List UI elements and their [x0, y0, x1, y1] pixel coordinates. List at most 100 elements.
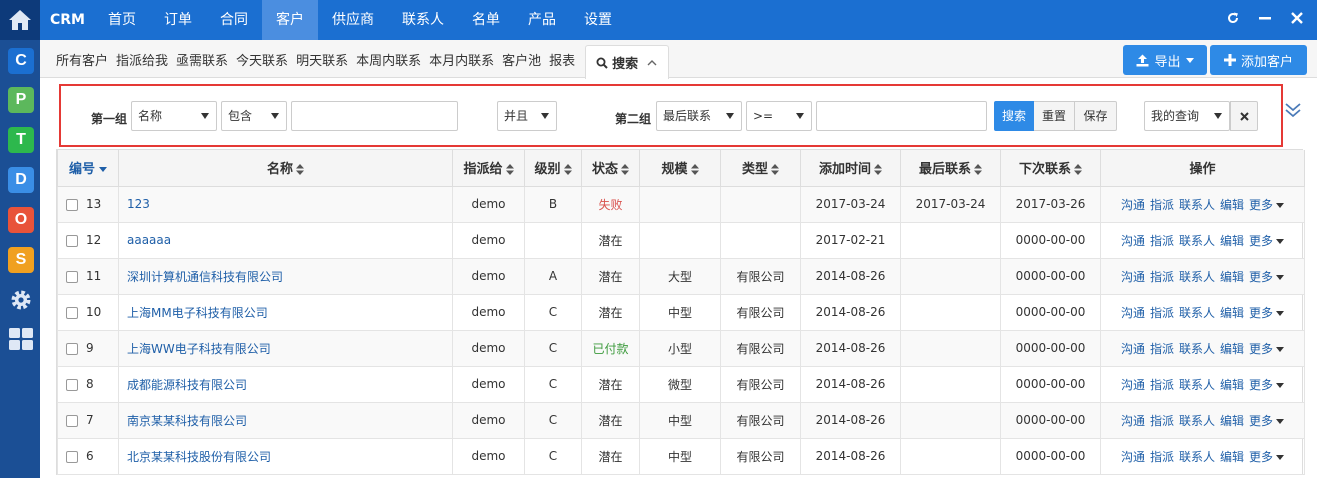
- row-action-2[interactable]: 联系人: [1179, 450, 1215, 464]
- row-checkbox[interactable]: [66, 342, 78, 355]
- column-header-10[interactable]: 操作: [1100, 150, 1305, 187]
- app-icon-3[interactable]: D: [8, 167, 34, 193]
- row-action-3[interactable]: 编辑: [1220, 306, 1244, 320]
- subtab-4[interactable]: 明天联系: [292, 50, 352, 69]
- row-action-2[interactable]: 联系人: [1179, 414, 1215, 428]
- nav-item-0[interactable]: 首页: [94, 0, 150, 40]
- row-action-2[interactable]: 联系人: [1179, 198, 1215, 212]
- collapse-chevron-icon[interactable]: [1283, 100, 1303, 120]
- row-action-1[interactable]: 指派: [1150, 342, 1174, 356]
- row-action-1[interactable]: 指派: [1150, 306, 1174, 320]
- row-action-0[interactable]: 沟通: [1121, 198, 1145, 212]
- customer-name-link[interactable]: 上海MM电子科技有限公司: [127, 306, 268, 320]
- nav-item-4[interactable]: 供应商: [318, 0, 388, 40]
- logic-select[interactable]: 并且: [497, 101, 557, 131]
- group1-op-select[interactable]: 包含: [221, 101, 287, 131]
- row-action-4[interactable]: 更多: [1249, 450, 1273, 464]
- app-icon-5[interactable]: S: [8, 247, 34, 273]
- row-checkbox[interactable]: [66, 378, 78, 391]
- app-icon-1[interactable]: P: [8, 87, 34, 113]
- column-header-8[interactable]: 最后联系: [900, 150, 1001, 187]
- add-customer-button[interactable]: 添加客户: [1210, 45, 1307, 75]
- row-action-4[interactable]: 更多: [1249, 342, 1273, 356]
- app-icon-0[interactable]: C: [8, 48, 34, 74]
- row-action-4[interactable]: 更多: [1249, 306, 1273, 320]
- row-action-2[interactable]: 联系人: [1179, 234, 1215, 248]
- group2-op-select[interactable]: >=: [746, 101, 812, 131]
- subtab-5[interactable]: 本周内联系: [352, 50, 425, 69]
- row-action-0[interactable]: 沟通: [1121, 234, 1145, 248]
- customer-name-link[interactable]: 北京某某科技股份有限公司: [127, 450, 271, 464]
- gear-icon[interactable]: [8, 287, 34, 313]
- row-action-0[interactable]: 沟通: [1121, 342, 1145, 356]
- nav-item-1[interactable]: 订单: [150, 0, 206, 40]
- table-row[interactable]: 6 北京某某科技股份有限公司 demo C 潜在 中型 有限公司 2014-08-26 0000…: [57, 437, 1305, 475]
- row-action-4[interactable]: 更多: [1249, 198, 1273, 212]
- row-action-1[interactable]: 指派: [1150, 450, 1174, 464]
- save-button[interactable]: 保存: [1075, 101, 1117, 131]
- row-action-3[interactable]: 编辑: [1220, 450, 1244, 464]
- row-checkbox[interactable]: [66, 234, 78, 247]
- column-header-7[interactable]: 添加时间: [800, 150, 901, 187]
- row-action-4[interactable]: 更多: [1249, 234, 1273, 248]
- column-header-6[interactable]: 类型: [720, 150, 801, 187]
- column-header-3[interactable]: 级别: [524, 150, 582, 187]
- customer-name-link[interactable]: 南京某某科技有限公司: [127, 414, 247, 428]
- export-button[interactable]: 导出: [1123, 45, 1207, 75]
- search-button[interactable]: 搜索: [994, 101, 1034, 131]
- row-action-2[interactable]: 联系人: [1179, 306, 1215, 320]
- row-action-2[interactable]: 联系人: [1179, 378, 1215, 392]
- clear-query-button[interactable]: [1230, 101, 1258, 131]
- subtab-1[interactable]: 指派给我: [112, 50, 172, 69]
- column-header-9[interactable]: 下次联系: [1000, 150, 1101, 187]
- group2-value-input[interactable]: [816, 101, 987, 131]
- row-action-1[interactable]: 指派: [1150, 378, 1174, 392]
- table-row[interactable]: 7 南京某某科技有限公司 demo C 潜在 中型 有限公司 2014-08-26 0000-0…: [57, 401, 1305, 439]
- row-action-1[interactable]: 指派: [1150, 270, 1174, 284]
- refresh-icon[interactable]: [1227, 12, 1239, 28]
- nav-item-8[interactable]: 设置: [570, 0, 626, 40]
- row-action-0[interactable]: 沟通: [1121, 306, 1145, 320]
- table-row[interactable]: 10 上海MM电子科技有限公司 demo C 潜在 中型 有限公司 2014-08-26 000…: [57, 293, 1305, 331]
- row-checkbox[interactable]: [66, 450, 78, 463]
- row-checkbox[interactable]: [66, 270, 78, 283]
- row-checkbox[interactable]: [66, 414, 78, 427]
- minimize-icon[interactable]: [1259, 12, 1271, 28]
- group2-field-select[interactable]: 最后联系: [656, 101, 742, 131]
- brand-logo[interactable]: CRM: [50, 0, 85, 40]
- grid-icon[interactable]: [8, 326, 34, 352]
- table-row[interactable]: 9 上海WW电子科技有限公司 demo C 已付款 小型 有限公司 2014-08-26 000…: [57, 329, 1305, 367]
- column-header-0[interactable]: 编号: [57, 150, 119, 187]
- row-action-0[interactable]: 沟通: [1121, 450, 1145, 464]
- row-action-4[interactable]: 更多: [1249, 378, 1273, 392]
- subtab-0[interactable]: 所有客户: [52, 50, 112, 69]
- column-header-2[interactable]: 指派给: [452, 150, 525, 187]
- column-header-1[interactable]: 名称: [118, 150, 453, 187]
- subtab-2[interactable]: 亟需联系: [172, 50, 232, 69]
- row-checkbox[interactable]: [66, 306, 78, 319]
- nav-item-6[interactable]: 名单: [458, 0, 514, 40]
- row-action-2[interactable]: 联系人: [1179, 342, 1215, 356]
- table-row[interactable]: 13 123 demo B 失败 2017-03-24 2017-03-24 2017-03-…: [57, 185, 1305, 223]
- row-action-0[interactable]: 沟通: [1121, 414, 1145, 428]
- subtab-3[interactable]: 今天联系: [232, 50, 292, 69]
- row-action-3[interactable]: 编辑: [1220, 270, 1244, 284]
- column-header-5[interactable]: 规模: [639, 150, 721, 187]
- nav-item-2[interactable]: 合同: [206, 0, 262, 40]
- table-row[interactable]: 8 成都能源科技有限公司 demo C 潜在 微型 有限公司 2014-08-26 0000-0…: [57, 365, 1305, 403]
- app-icon-4[interactable]: O: [8, 207, 34, 233]
- row-action-3[interactable]: 编辑: [1220, 342, 1244, 356]
- app-icon-2[interactable]: T: [8, 127, 34, 153]
- customer-name-link[interactable]: aaaaaa: [127, 233, 171, 247]
- nav-item-7[interactable]: 产品: [514, 0, 570, 40]
- table-row[interactable]: 11 深圳计算机通信科技有限公司 demo A 潜在 大型 有限公司 2014-08-26 00…: [57, 257, 1305, 295]
- nav-item-3[interactable]: 客户: [262, 0, 318, 40]
- row-action-1[interactable]: 指派: [1150, 414, 1174, 428]
- close-icon[interactable]: [1291, 12, 1303, 28]
- row-action-4[interactable]: 更多: [1249, 414, 1273, 428]
- customer-name-link[interactable]: 深圳计算机通信科技有限公司: [127, 270, 283, 284]
- tab-search[interactable]: 搜索: [585, 45, 670, 79]
- row-action-3[interactable]: 编辑: [1220, 378, 1244, 392]
- row-action-3[interactable]: 编辑: [1220, 198, 1244, 212]
- row-action-3[interactable]: 编辑: [1220, 414, 1244, 428]
